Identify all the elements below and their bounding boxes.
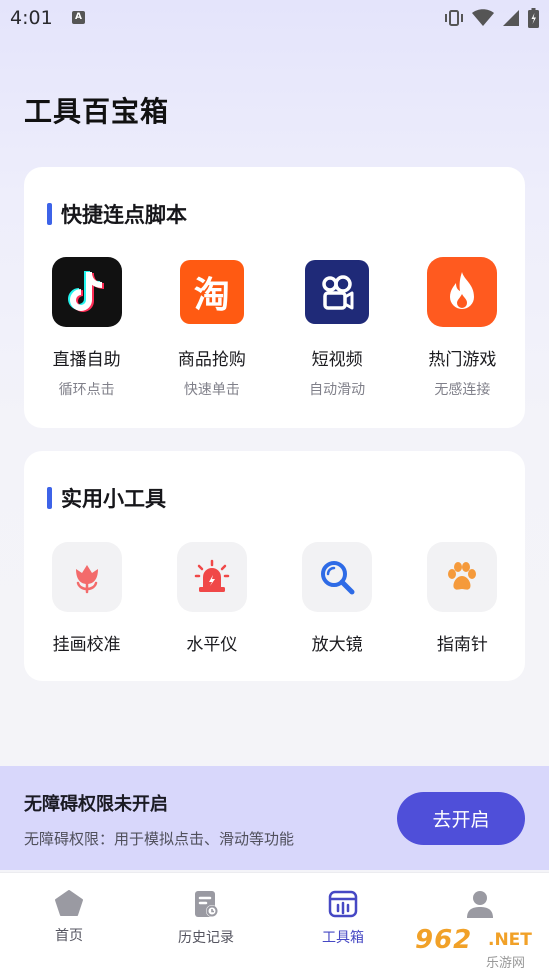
script-item-live[interactable]: 直播自助 循环点击 <box>24 257 149 399</box>
tool-label: 水平仪 <box>186 635 238 655</box>
nav-item-home[interactable]: 首页 <box>19 889 119 945</box>
script-item-shopping[interactable]: 淘 商品抢购 快速单击 <box>149 257 274 399</box>
script-sub: 快速单击 <box>183 382 240 398</box>
toolbox-icon <box>328 890 358 918</box>
kuaishou-app-icon <box>302 257 373 327</box>
enable-accessibility-button[interactable]: 去开启 <box>397 792 525 845</box>
tools-card: 实用小工具 挂画校准 水平仪 放大镜 指南针 <box>24 451 525 681</box>
history-doc-icon <box>195 891 218 917</box>
tool-label: 挂画校准 <box>52 635 121 655</box>
section-accent-bar <box>47 487 52 509</box>
nav-item-toolbox[interactable]: 工具箱 <box>293 889 393 947</box>
accessibility-banner: 无障碍权限未开启 无障碍权限：用于模拟点击、滑动等功能 去开启 <box>0 766 549 870</box>
taobao-app-icon: 淘 <box>176 257 247 327</box>
signal-icon <box>503 10 519 26</box>
profile-icon <box>467 891 493 918</box>
quick-scripts-header: 快捷连点脚本 <box>47 199 187 229</box>
script-sub: 循环点击 <box>58 382 115 398</box>
quick-scripts-grid: 直播自助 循环点击 淘 商品抢购 快速单击 短视频 自动滑动 热门游戏 无感连接 <box>24 257 525 399</box>
tools-grid: 挂画校准 水平仪 放大镜 指南针 <box>24 542 525 655</box>
watermark-brand: 962 <box>415 925 473 955</box>
tool-label: 放大镜 <box>311 635 363 655</box>
script-label: 热门游戏 <box>428 350 497 370</box>
tool-label: 指南针 <box>436 635 488 655</box>
tiktok-app-icon <box>51 257 122 327</box>
quick-scripts-title: 快捷连点脚本 <box>61 203 187 227</box>
battery-icon <box>528 8 539 28</box>
nav-item-history[interactable]: 历史记录 <box>156 889 256 947</box>
script-sub: 自动滑动 <box>309 382 366 398</box>
script-label: 商品抢购 <box>177 350 246 370</box>
vibrate-icon <box>445 10 463 26</box>
siren-icon <box>176 542 247 612</box>
status-bar: 4:01 A <box>0 0 549 38</box>
watermark-suffix: .NET <box>488 930 532 950</box>
taobao-glyph: 淘 <box>179 260 244 324</box>
nav-label-history: 历史记录 <box>178 930 234 946</box>
magnifier-icon <box>302 542 373 612</box>
nav-item-profile[interactable] <box>430 889 530 919</box>
tulip-icon <box>51 542 122 612</box>
paw-icon <box>427 542 498 612</box>
tool-item-compass[interactable]: 指南针 <box>400 542 525 655</box>
status-icons <box>444 8 539 28</box>
script-label: 短视频 <box>311 350 363 370</box>
banner-title: 无障碍权限未开启 <box>24 794 168 815</box>
banner-description: 无障碍权限：用于模拟点击、滑动等功能 <box>24 830 295 848</box>
section-accent-bar <box>47 203 52 225</box>
tool-item-level[interactable]: 水平仪 <box>149 542 274 655</box>
nav-label-home: 首页 <box>55 928 83 944</box>
tool-item-picture-align[interactable]: 挂画校准 <box>24 542 149 655</box>
tools-title: 实用小工具 <box>61 487 166 511</box>
page-title: 工具百宝箱 <box>24 95 170 128</box>
script-label: 直播自助 <box>52 350 121 370</box>
tool-item-magnifier[interactable]: 放大镜 <box>275 542 400 655</box>
home-pentagon-icon <box>55 890 83 916</box>
watermark-sub: 乐游网 <box>486 956 526 971</box>
nav-label-toolbox: 工具箱 <box>322 930 364 946</box>
script-sub: 无感连接 <box>434 382 491 398</box>
status-time: 4:01 <box>10 7 53 29</box>
tools-header: 实用小工具 <box>47 483 166 513</box>
script-item-games[interactable]: 热门游戏 无感连接 <box>400 257 525 399</box>
script-item-short-video[interactable]: 短视频 自动滑动 <box>275 257 400 399</box>
flame-app-icon <box>427 257 498 327</box>
watermark-logo: 962 .NET 乐游网 <box>410 921 545 971</box>
quick-scripts-card: 快捷连点脚本 直播自助 循环点击 淘 商品抢购 快速单击 短视频 自动滑动 热门… <box>24 167 525 428</box>
wifi-icon <box>472 9 494 26</box>
notification-a-icon: A <box>72 11 85 24</box>
